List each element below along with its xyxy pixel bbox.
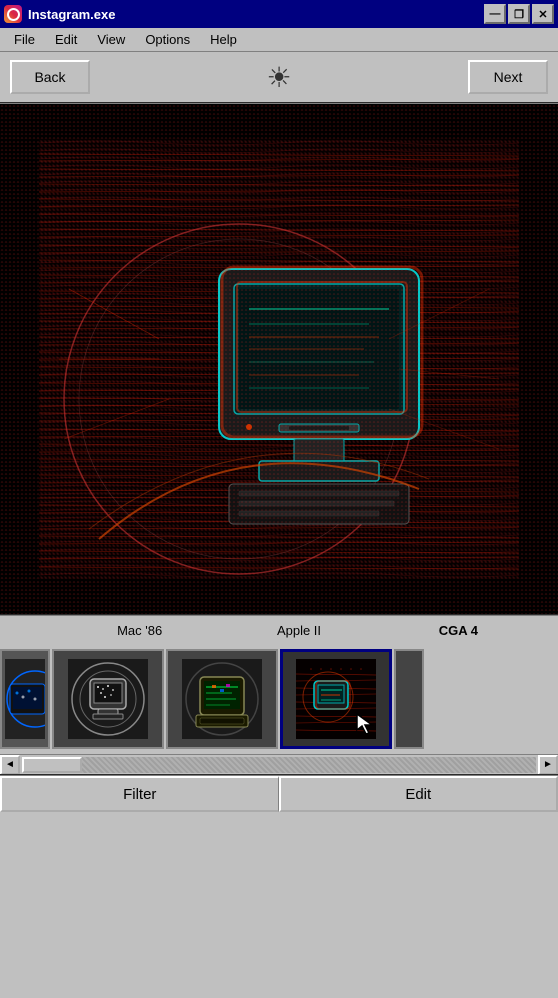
menu-options[interactable]: Options bbox=[137, 30, 198, 49]
menu-file[interactable]: File bbox=[6, 30, 43, 49]
filter-thumb-mac86[interactable] bbox=[52, 649, 164, 749]
app-icon bbox=[4, 5, 22, 23]
title-bar: Instagram.exe — ❐ ✕ bbox=[0, 0, 558, 28]
menu-bar: File Edit View Options Help bbox=[0, 28, 558, 52]
minimize-button[interactable]: — bbox=[484, 4, 506, 24]
filter-thumb-cga4[interactable] bbox=[280, 649, 392, 749]
scroll-thumb[interactable] bbox=[22, 757, 82, 773]
filter-label-apple2: Apple II bbox=[219, 623, 378, 638]
toolbar-center: ☀ bbox=[90, 61, 468, 94]
window-title: Instagram.exe bbox=[28, 7, 478, 22]
filter-label-mac86: Mac '86 bbox=[60, 623, 219, 638]
filter-thumb-partial[interactable] bbox=[0, 649, 50, 749]
next-button[interactable]: Next bbox=[468, 60, 548, 94]
brightness-icon: ☀ bbox=[266, 61, 291, 94]
menu-edit[interactable]: Edit bbox=[47, 30, 85, 49]
window-controls: — ❐ ✕ bbox=[484, 4, 554, 24]
toolbar: Back ☀ Next bbox=[0, 52, 558, 104]
main-image-svg bbox=[39, 139, 519, 579]
menu-help[interactable]: Help bbox=[202, 30, 245, 49]
filter-thumbnails bbox=[0, 644, 558, 754]
main-image-area bbox=[0, 104, 558, 614]
restore-button[interactable]: ❐ bbox=[508, 4, 530, 24]
filter-strip: Mac '86 Apple II CGA 4 bbox=[0, 614, 558, 814]
filter-label-cga4: CGA 4 bbox=[379, 623, 538, 638]
filter-thumb-next-partial[interactable] bbox=[394, 649, 424, 749]
filter-button[interactable]: Filter bbox=[0, 776, 279, 812]
filter-thumb-apple2[interactable] bbox=[166, 649, 278, 749]
back-button[interactable]: Back bbox=[10, 60, 90, 94]
scroll-right-button[interactable]: ► bbox=[538, 755, 558, 775]
menu-view[interactable]: View bbox=[89, 30, 133, 49]
scroll-left-button[interactable]: ◄ bbox=[0, 755, 20, 775]
scrollbar: ◄ ► bbox=[0, 754, 558, 774]
edit-button[interactable]: Edit bbox=[279, 776, 558, 812]
filter-labels-row: Mac '86 Apple II CGA 4 bbox=[0, 616, 558, 644]
bottom-buttons: Filter Edit bbox=[0, 774, 558, 812]
scroll-track bbox=[22, 757, 536, 773]
close-button[interactable]: ✕ bbox=[532, 4, 554, 24]
